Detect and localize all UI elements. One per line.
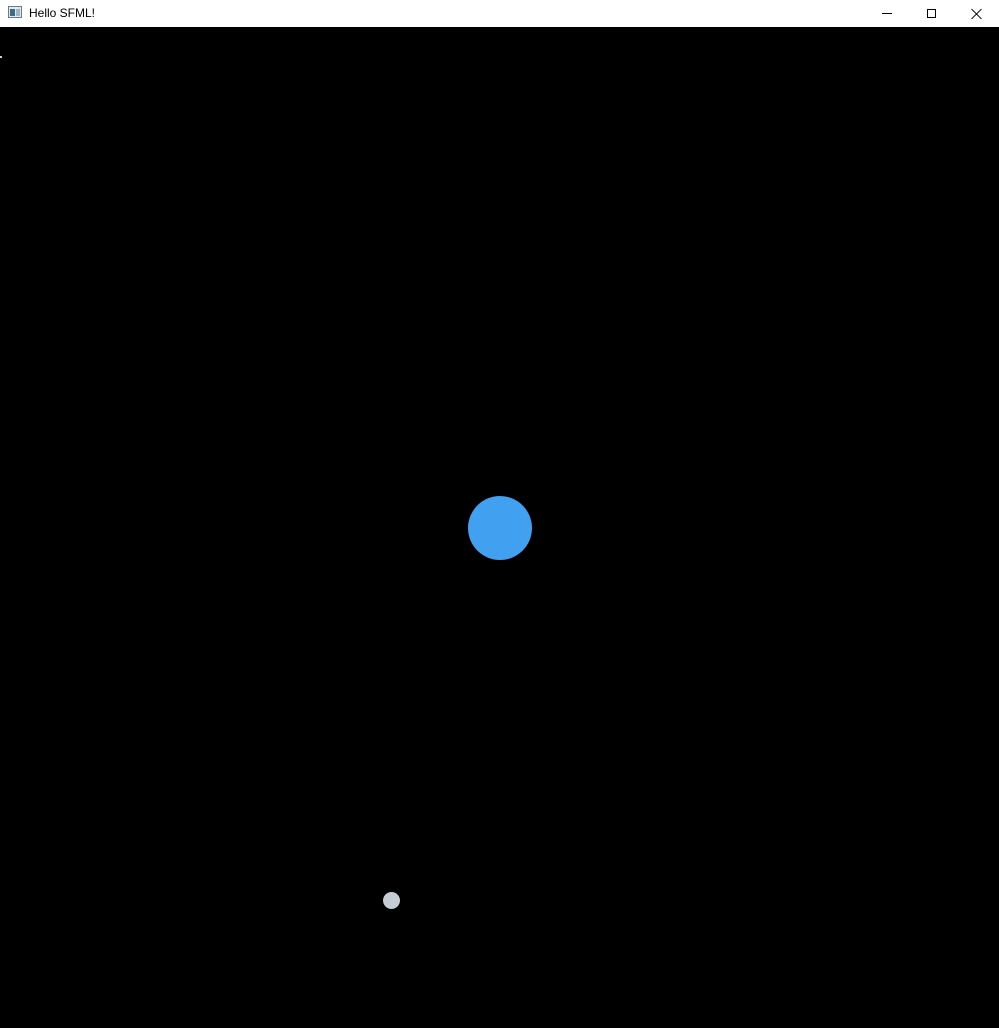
moon-circle: [383, 892, 400, 909]
maximize-icon: [927, 9, 936, 18]
close-button[interactable]: [954, 0, 999, 27]
app-window: Hello SFML!: [0, 0, 999, 1028]
minimize-icon: [881, 13, 892, 14]
render-canvas[interactable]: [0, 27, 999, 1028]
maximize-button[interactable]: [909, 0, 954, 27]
title-bar[interactable]: Hello SFML!: [0, 0, 999, 27]
planet-circle: [468, 496, 532, 560]
minimize-button[interactable]: [864, 0, 909, 27]
close-icon: [971, 8, 983, 20]
window-title: Hello SFML!: [29, 6, 96, 20]
canvas-pixel-artifact: [0, 56, 2, 58]
app-window-icon: [8, 6, 22, 18]
